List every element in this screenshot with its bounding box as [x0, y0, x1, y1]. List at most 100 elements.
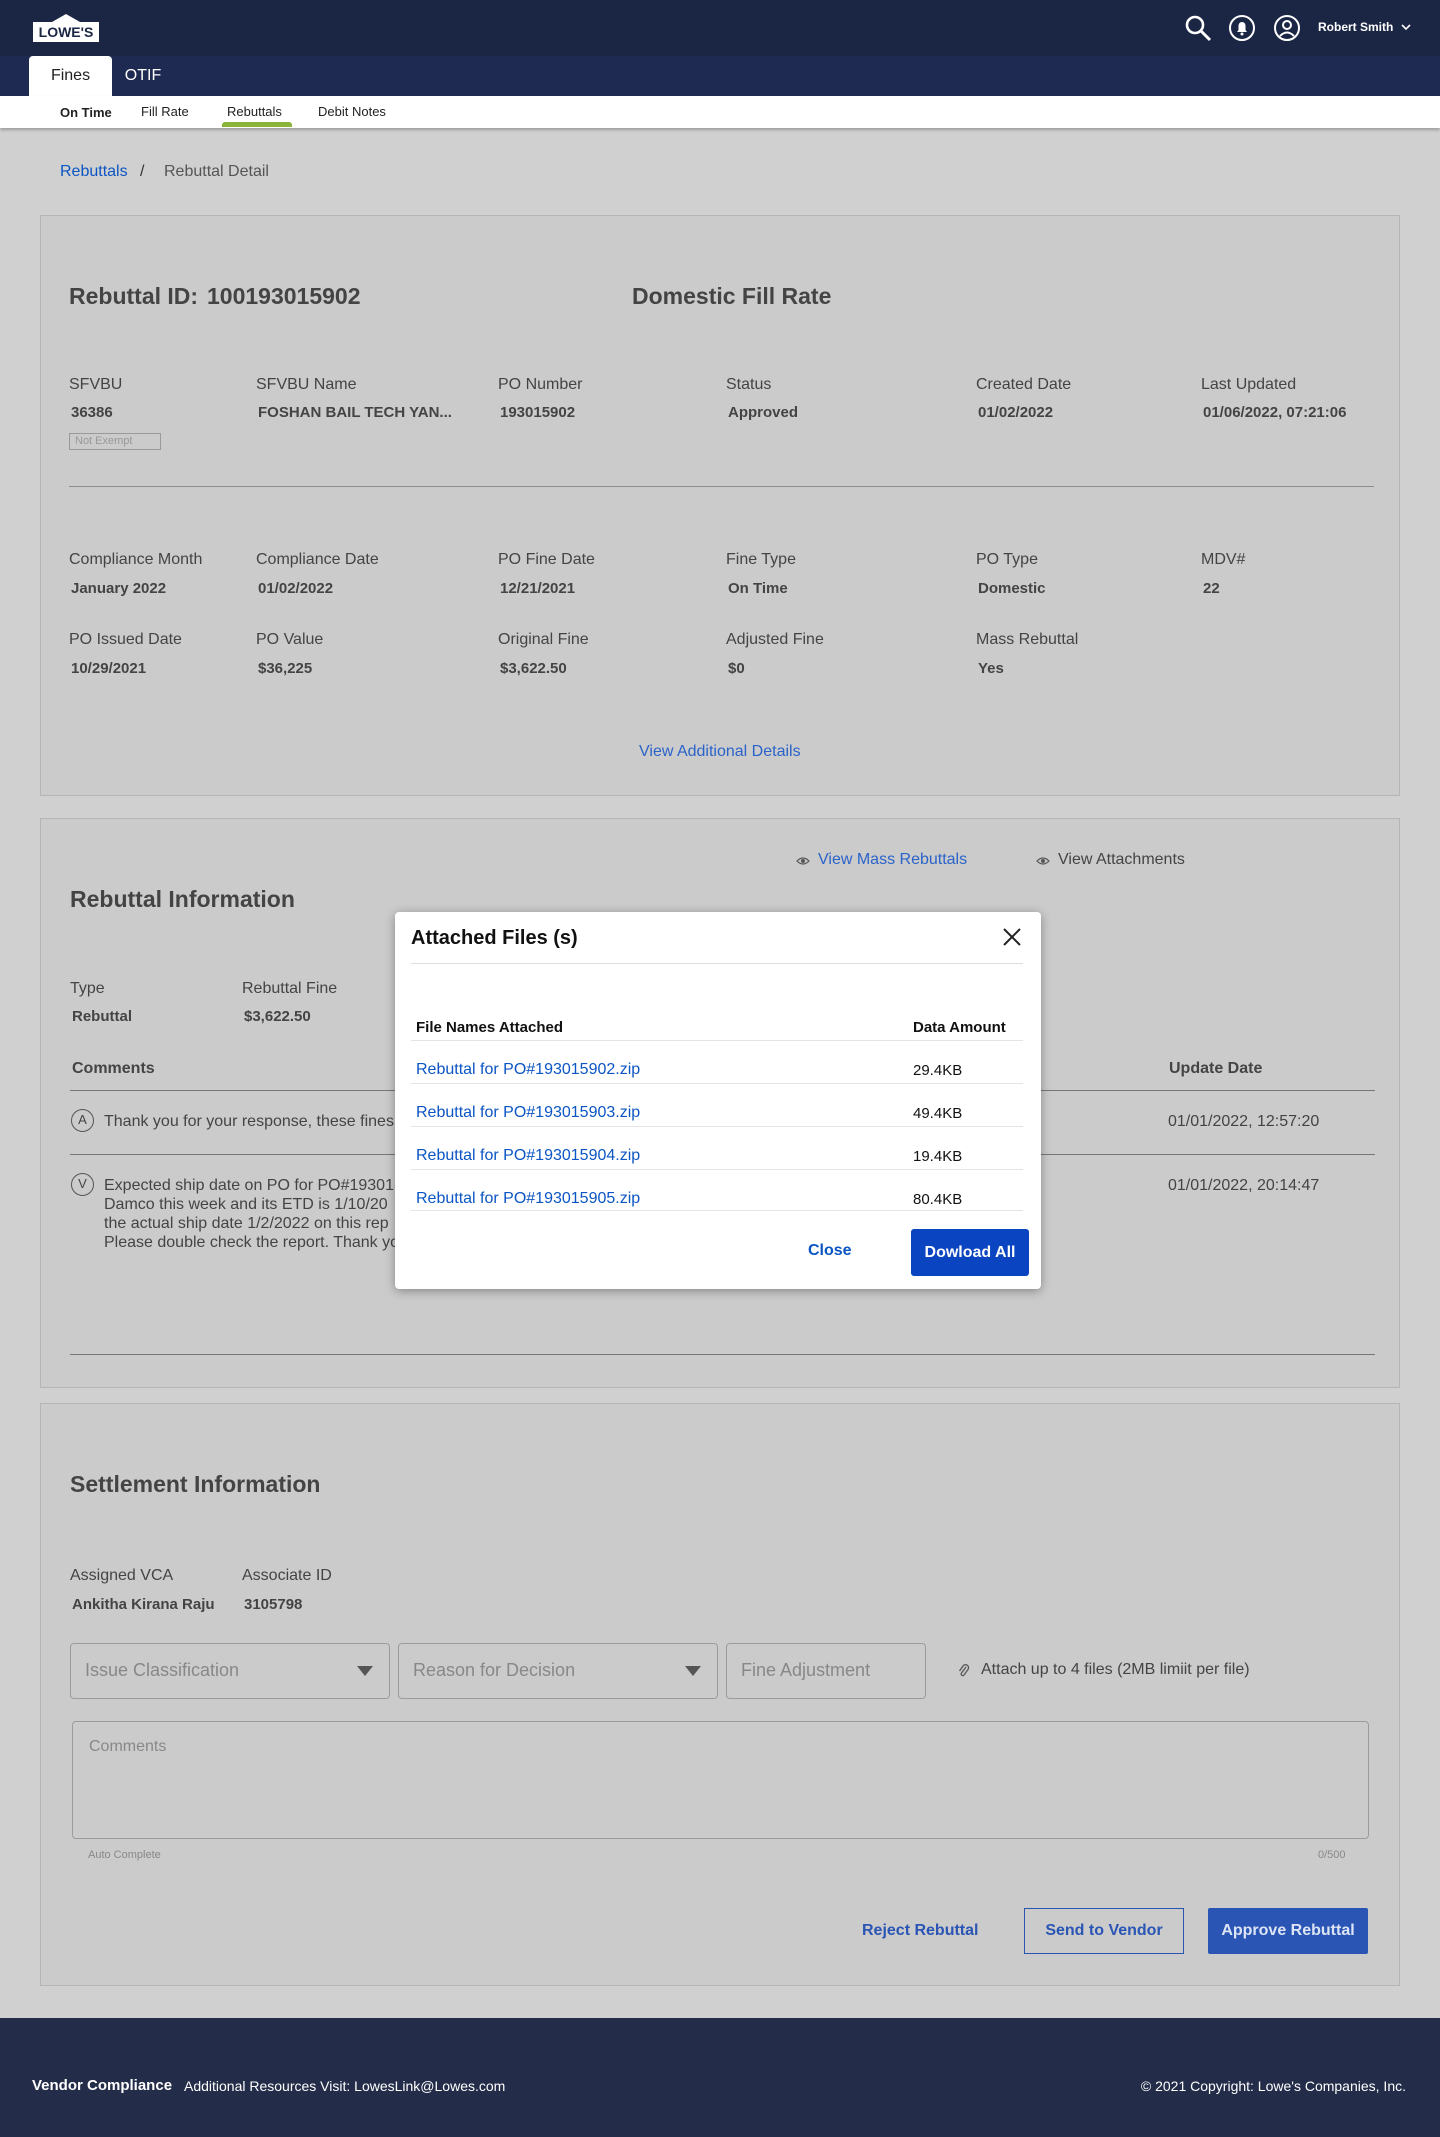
- sfvbu-name-value: FOSHAN BAIL TECH YAN...: [258, 404, 452, 421]
- created-date-label: Created Date: [976, 376, 1072, 393]
- adjusted-fine-label: Adjusted Fine: [726, 631, 824, 648]
- type-value: Rebuttal: [72, 1008, 132, 1025]
- attach-files-text[interactable]: Attach up to 4 files (2MB limiit per fil…: [981, 1661, 1250, 1679]
- row-divider: [411, 1126, 1023, 1127]
- file-link[interactable]: Rebuttal for PO#193015902.zip: [416, 1061, 640, 1079]
- row-divider: [411, 1210, 1023, 1211]
- exempt-tag: Not Exempt: [69, 433, 161, 450]
- fine-adjustment-input[interactable]: Fine Adjustment: [726, 1643, 926, 1699]
- file-size: 80.4KB: [913, 1191, 963, 1208]
- row-divider: [411, 1040, 1023, 1041]
- view-mass-rebuttals-link[interactable]: View Mass Rebuttals: [818, 851, 967, 869]
- po-fine-date-label: PO Fine Date: [498, 551, 595, 568]
- original-fine-label: Original Fine: [498, 631, 589, 648]
- reason-for-decision-select[interactable]: Reason for Decision: [398, 1643, 718, 1699]
- po-number-label: PO Number: [498, 376, 583, 393]
- user-account-icon[interactable]: [1273, 14, 1301, 42]
- po-value-label: PO Value: [256, 631, 324, 648]
- po-issued-date-value: 10/29/2021: [71, 660, 147, 677]
- user-name[interactable]: Robert Smith: [1318, 20, 1393, 34]
- po-value-value: $36,225: [258, 660, 313, 677]
- subnav-fill-rate[interactable]: Fill Rate: [141, 104, 189, 119]
- breadcrumb-rebuttals-link[interactable]: Rebuttals: [60, 163, 128, 181]
- tab-otif[interactable]: OTIF: [118, 56, 168, 96]
- fine-type-title: Domestic Fill Rate: [632, 283, 832, 309]
- search-icon[interactable]: [1184, 14, 1212, 42]
- subnav-on-time[interactable]: On Time: [60, 105, 112, 120]
- svg-text:LOWE'S: LOWE'S: [39, 24, 94, 40]
- po-fine-date-value: 12/21/2021: [500, 580, 576, 597]
- sub-navigation: On Time Fill Rate Rebuttals Debit Notes: [0, 96, 1440, 128]
- close-icon[interactable]: [1002, 927, 1022, 947]
- subnav-debit-notes[interactable]: Debit Notes: [318, 104, 386, 119]
- adjusted-fine-value: $0: [728, 660, 745, 677]
- main-tabs: Fines OTIF: [0, 56, 1440, 96]
- subnav-rebuttals[interactable]: Rebuttals: [227, 104, 282, 119]
- modal-close-button[interactable]: Close: [808, 1242, 852, 1260]
- paperclip-icon[interactable]: [958, 1663, 970, 1679]
- eye-icon: [1036, 857, 1050, 865]
- compliance-date-label: Compliance Date: [256, 551, 379, 568]
- tab-fines[interactable]: Fines: [29, 56, 112, 96]
- po-number-value: 193015902: [500, 404, 576, 421]
- file-size: 29.4KB: [913, 1062, 963, 1079]
- rebuttal-fine-value: $3,622.50: [244, 1008, 311, 1025]
- rebuttal-information-title: Rebuttal Information: [70, 886, 295, 912]
- sfvbu-value: 36386: [71, 404, 113, 421]
- reject-rebuttal-button[interactable]: Reject Rebuttal: [862, 1922, 978, 1940]
- character-count: 0/500: [1318, 1849, 1346, 1861]
- po-type-value: Domestic: [978, 580, 1046, 597]
- comment-text-line: the actual ship date 1/2/2022 on this re…: [104, 1215, 389, 1232]
- file-size: 49.4KB: [913, 1105, 963, 1122]
- row-divider: [411, 1083, 1023, 1084]
- auto-complete-note: Auto Complete: [88, 1849, 161, 1861]
- active-subnav-indicator: [222, 122, 292, 127]
- compliance-month-label: Compliance Month: [69, 551, 203, 568]
- associate-id-value: 3105798: [244, 1596, 303, 1613]
- file-link[interactable]: Rebuttal for PO#193015905.zip: [416, 1190, 640, 1208]
- compliance-month-value: January 2022: [71, 580, 167, 597]
- download-all-button[interactable]: Dowload All: [911, 1229, 1029, 1276]
- fine-type-value: On Time: [728, 580, 788, 597]
- dropdown-caret-icon: [685, 1666, 701, 1676]
- row-divider: [411, 1169, 1023, 1170]
- rebuttal-info-bottom-divider: [70, 1354, 1375, 1355]
- settlement-comments-textarea[interactable]: Comments: [72, 1721, 1369, 1839]
- notification-bell-icon[interactable]: [1228, 14, 1256, 42]
- comment-text: Thank you for your response, these fines: [104, 1113, 394, 1130]
- file-size: 19.4KB: [913, 1148, 963, 1165]
- assigned-vca-label: Assigned VCA: [70, 1567, 174, 1584]
- status-value: Approved: [728, 404, 799, 421]
- page-footer: Vendor Compliance Additional Resources V…: [0, 2018, 1440, 2137]
- associate-id-label: Associate ID: [242, 1567, 332, 1584]
- rebuttal-id-label: Rebuttal ID:: [69, 283, 199, 309]
- eye-icon: [796, 857, 810, 865]
- footer-brand: Vendor Compliance: [32, 2077, 173, 2094]
- mass-rebuttal-value: Yes: [978, 660, 1004, 677]
- sfvbu-name-label: SFVBU Name: [256, 376, 357, 393]
- mass-rebuttal-label: Mass Rebuttal: [976, 631, 1079, 648]
- comment-avatar: V: [71, 1173, 94, 1196]
- mdv-value: 22: [1203, 580, 1220, 597]
- data-amount-column-header: Data Amount: [913, 1019, 1006, 1036]
- view-attachments-link[interactable]: View Attachments: [1058, 851, 1185, 869]
- summary-divider: [69, 486, 1374, 487]
- original-fine-value: $3,622.50: [500, 660, 567, 677]
- file-link[interactable]: Rebuttal for PO#193015904.zip: [416, 1147, 640, 1165]
- approve-rebuttal-button[interactable]: Approve Rebuttal: [1208, 1908, 1368, 1954]
- file-link[interactable]: Rebuttal for PO#193015903.zip: [416, 1104, 640, 1122]
- issue-classification-select[interactable]: Issue Classification: [70, 1643, 390, 1699]
- status-label: Status: [726, 376, 772, 393]
- created-date-value: 01/02/2022: [978, 404, 1054, 421]
- compliance-date-value: 01/02/2022: [258, 580, 334, 597]
- rebuttal-fine-label: Rebuttal Fine: [242, 980, 338, 997]
- comments-header: Comments: [72, 1060, 155, 1077]
- comment-avatar: A: [71, 1109, 94, 1132]
- chevron-down-icon[interactable]: [1400, 21, 1412, 33]
- footer-resources: Additional Resources Visit: LowesLink@Lo…: [184, 2078, 506, 2094]
- sfvbu-label: SFVBU: [69, 376, 123, 393]
- view-additional-details-link[interactable]: View Additional Details: [639, 743, 801, 761]
- breadcrumb-current: Rebuttal Detail: [164, 163, 269, 180]
- send-to-vendor-button[interactable]: Send to Vendor: [1024, 1908, 1184, 1954]
- lowes-logo[interactable]: LOWE'S: [32, 13, 100, 43]
